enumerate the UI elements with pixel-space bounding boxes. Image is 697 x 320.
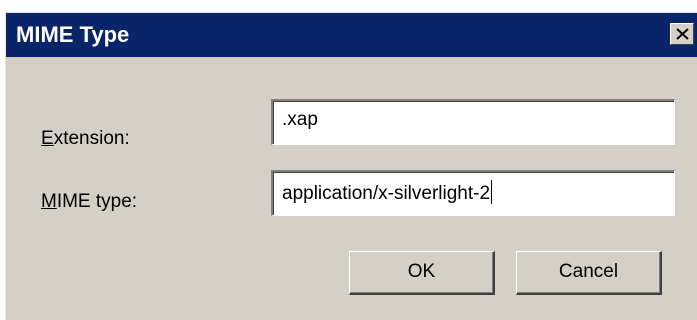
mime-type-field[interactable]: application/x-silverlight-2 [271,170,675,216]
extension-field[interactable]: .xap [271,99,675,145]
mime-type-value: application/x-silverlight-2 [282,183,491,204]
mime-type-label-accesskey: M [41,191,57,212]
close-icon [676,28,689,40]
title-bar[interactable]: MIME Type [6,13,697,57]
extension-label-text: xtension: [53,128,130,149]
ok-button[interactable]: OK [349,251,495,295]
extension-label: Extension: [41,128,130,150]
extension-label-accesskey: E [41,128,54,149]
mime-type-label: MIME type: [41,191,137,213]
cancel-button[interactable]: Cancel [516,251,662,295]
text-caret [491,180,493,204]
dialog-title: MIME Type [16,22,130,47]
extension-value: .xap [282,109,318,130]
close-button[interactable] [670,23,694,45]
mime-type-dialog: MIME Type Extension: .xap MIME type: app… [5,12,697,320]
mime-type-label-text: IME type: [56,191,138,212]
